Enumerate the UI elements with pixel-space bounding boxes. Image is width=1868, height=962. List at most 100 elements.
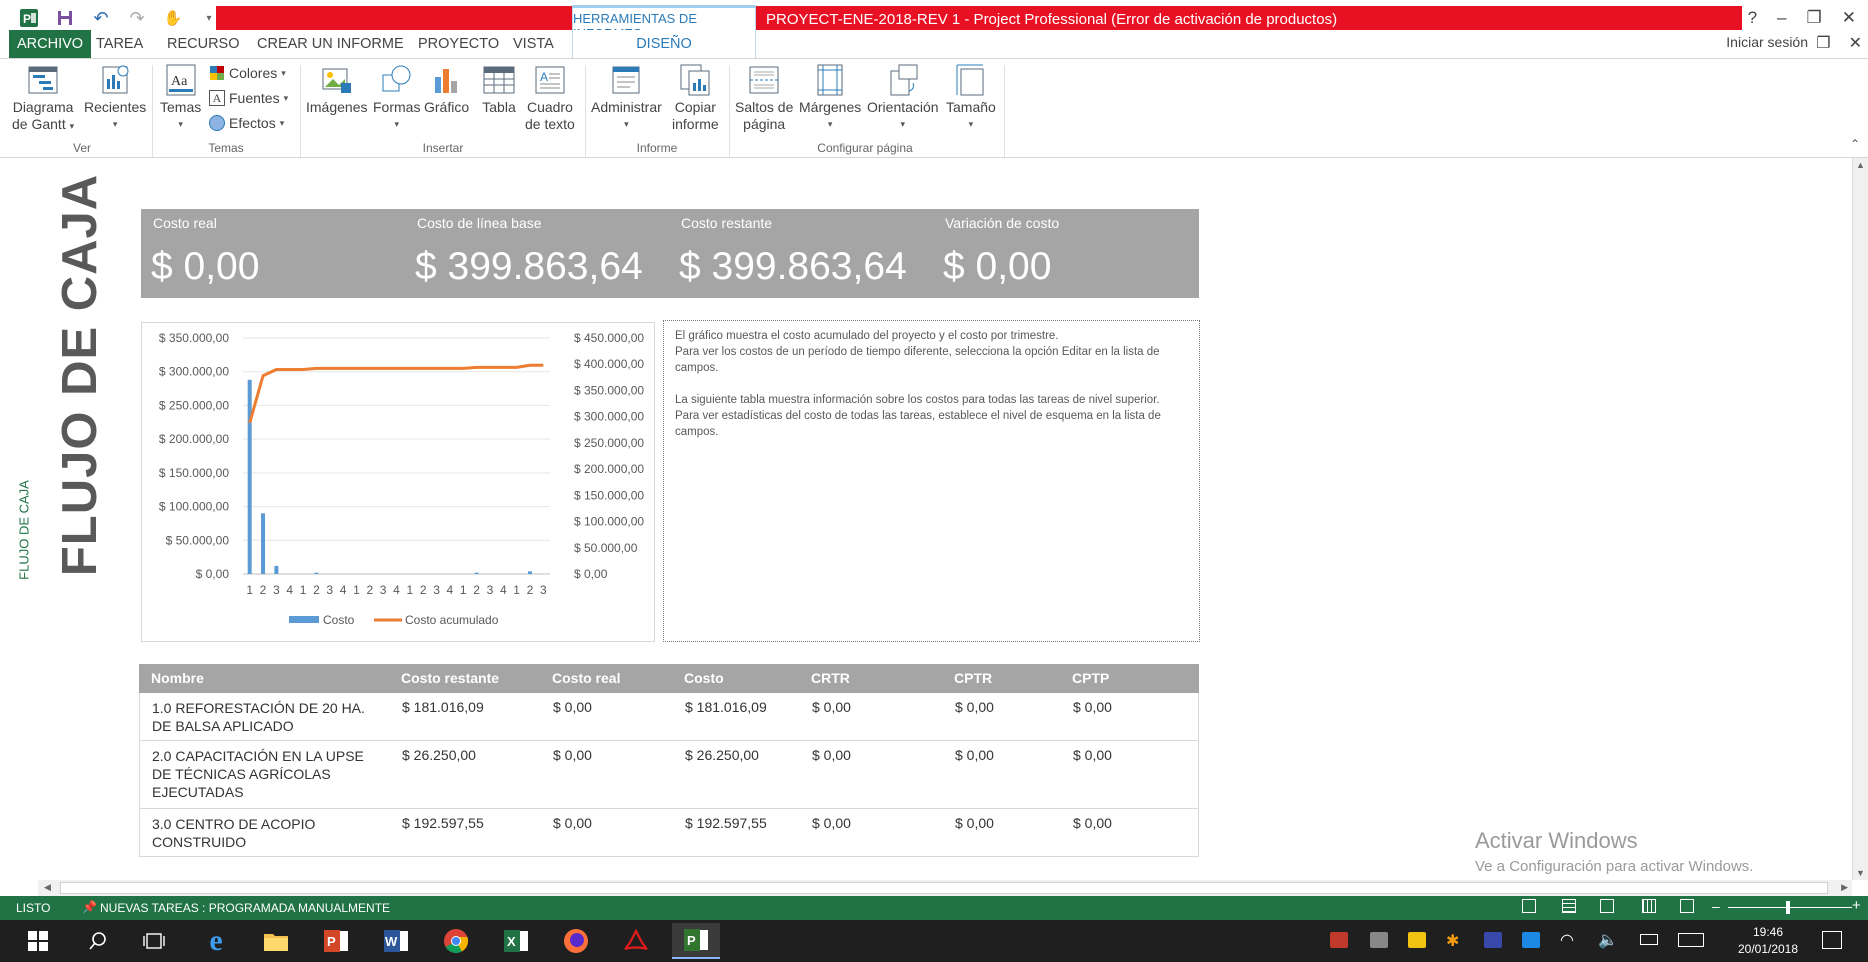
- page-breaks-button[interactable]: Saltos de página: [735, 63, 793, 133]
- images-label: Imágenes: [306, 99, 368, 115]
- doc-restore-icon[interactable]: ❐: [1816, 33, 1830, 53]
- battery-icon[interactable]: [1640, 934, 1658, 945]
- scroll-up-icon[interactable]: ▲: [1856, 160, 1865, 170]
- redo-icon[interactable]: ↷: [126, 7, 148, 29]
- copy-report-icon: [680, 64, 710, 96]
- description-textbox[interactable]: El gráfico muestra el costo acumulado de…: [663, 320, 1200, 642]
- powerpoint-icon[interactable]: P: [312, 923, 360, 959]
- orientation-button[interactable]: Orientación ▾: [867, 63, 939, 133]
- acrobat-icon[interactable]: [612, 923, 660, 959]
- tab-proyecto[interactable]: PROYECTO: [410, 30, 507, 58]
- svg-text:Aa: Aa: [171, 74, 188, 89]
- view-team-planner-icon[interactable]: [1600, 899, 1614, 913]
- tab-archivo[interactable]: ARCHIVO: [9, 30, 92, 58]
- table-row: 2.0 CAPACITACIÓN EN LA UPSE DE TÉCNICAS …: [139, 741, 1199, 809]
- search-icon[interactable]: [74, 923, 122, 959]
- cell-cptr: $ 0,00: [955, 815, 994, 831]
- tray-sync-icon[interactable]: [1522, 932, 1540, 948]
- minimize-button[interactable]: –: [1777, 8, 1786, 28]
- colors-button[interactable]: Colores ▾: [209, 65, 286, 81]
- chart-button[interactable]: Gráfico: [424, 63, 469, 116]
- scroll-left-icon[interactable]: ◀: [44, 882, 51, 893]
- zoom-slider-track[interactable]: [1728, 907, 1852, 908]
- tray-app-icon[interactable]: [1330, 932, 1348, 948]
- zoom-in-button[interactable]: +: [1852, 897, 1861, 914]
- tab-tarea[interactable]: TAREA: [88, 30, 151, 58]
- restore-button[interactable]: ❐: [1807, 8, 1822, 28]
- touch-mode-icon[interactable]: ✋: [162, 7, 184, 29]
- tab-recurso[interactable]: RECURSO: [159, 30, 248, 58]
- wifi-icon[interactable]: ◠: [1560, 930, 1574, 950]
- header-crtr: CRTR: [811, 670, 850, 686]
- recent-reports-button[interactable]: Recientes ▾: [84, 63, 146, 133]
- scroll-down-icon[interactable]: ▼: [1856, 868, 1865, 878]
- view-gantt-icon[interactable]: [1562, 899, 1576, 913]
- tray-display-icon[interactable]: [1484, 932, 1502, 948]
- group-separator: [1004, 65, 1005, 157]
- tray-printer-icon[interactable]: [1370, 932, 1388, 948]
- margins-button[interactable]: Márgenes ▾: [799, 63, 861, 133]
- scroll-thumb[interactable]: [60, 882, 1828, 894]
- collapse-ribbon-icon[interactable]: ⌃: [1850, 137, 1860, 151]
- watermark-line-1: Activar Windows: [1475, 828, 1638, 853]
- textbox-label-2: de texto: [525, 116, 575, 132]
- textbox-button[interactable]: A Cuadro de texto: [525, 63, 575, 133]
- fonts-button[interactable]: A Fuentes ▾: [209, 90, 288, 106]
- zoom-out-button[interactable]: –: [1712, 898, 1720, 914]
- close-button[interactable]: ✕: [1842, 8, 1856, 28]
- kpi-band[interactable]: Costo real $ 0,00 Costo de línea base $ …: [141, 209, 1199, 298]
- status-new-tasks[interactable]: NUEVAS TAREAS : PROGRAMADA MANUALMENTE: [100, 901, 390, 915]
- firefox-icon[interactable]: [552, 923, 600, 959]
- tray-network-drive-icon[interactable]: [1408, 932, 1426, 948]
- doc-close-icon[interactable]: ✕: [1849, 33, 1862, 53]
- excel-icon[interactable]: X: [492, 923, 540, 959]
- document-controls: ❐ ✕: [1816, 33, 1862, 53]
- clock[interactable]: 19:46 20/01/2018: [1728, 924, 1808, 958]
- task-view-icon[interactable]: [130, 923, 178, 959]
- x-tick-label: 1: [460, 583, 467, 597]
- cost-table[interactable]: Nombre Costo restante Costo real Costo C…: [139, 664, 1199, 858]
- tray-tool-icon[interactable]: ✱: [1446, 931, 1464, 950]
- gantt-chart-button[interactable]: Diagrama de Gantt ▾: [12, 63, 74, 135]
- header-nombre: Nombre: [151, 670, 204, 686]
- colors-icon: [210, 66, 224, 80]
- shapes-button[interactable]: Formas ▾: [373, 63, 420, 133]
- tab-crear-informe[interactable]: CREAR UN INFORME: [249, 30, 412, 58]
- view-task-usage-icon[interactable]: [1522, 899, 1536, 913]
- sign-in-link[interactable]: Iniciar sesión: [1726, 34, 1808, 50]
- horizontal-scrollbar[interactable]: ◀ ▶: [38, 880, 1852, 896]
- size-button[interactable]: Tamaño ▾: [946, 63, 996, 133]
- file-explorer-icon[interactable]: [252, 923, 300, 959]
- manage-button[interactable]: Administrar ▾: [591, 63, 662, 133]
- window-title: PROYECT-ENE-2018-REV 1 - Project Profess…: [766, 10, 1338, 28]
- edge-browser-icon[interactable]: e: [192, 923, 240, 959]
- tab-vista[interactable]: VISTA: [505, 30, 562, 58]
- copy-report-button[interactable]: Copiar informe: [672, 63, 719, 133]
- group-separator: [585, 65, 586, 157]
- scroll-right-icon[interactable]: ▶: [1841, 882, 1848, 893]
- keyboard-icon[interactable]: [1678, 933, 1704, 947]
- images-button[interactable]: Imágenes: [306, 63, 367, 116]
- start-button[interactable]: [14, 923, 62, 959]
- save-icon[interactable]: [54, 7, 76, 29]
- zoom-slider-thumb[interactable]: [1786, 901, 1790, 914]
- effects-button[interactable]: Efectos ▾: [209, 115, 284, 131]
- tab-diseno[interactable]: DISEÑO: [572, 30, 756, 58]
- notifications-icon[interactable]: [1822, 931, 1842, 949]
- help-button[interactable]: ?: [1748, 8, 1757, 28]
- chrome-icon[interactable]: [432, 923, 480, 959]
- cell-cptr: $ 0,00: [955, 747, 994, 763]
- table-button[interactable]: Tabla: [481, 63, 517, 116]
- cash-flow-chart[interactable]: $ 350.000,00 $ 300.000,00 $ 250.000,00 $ 20…: [141, 322, 655, 642]
- x-tick-label: 3: [540, 583, 547, 597]
- undo-icon[interactable]: ↶: [90, 7, 112, 29]
- word-icon[interactable]: W: [372, 923, 420, 959]
- themes-button[interactable]: Aa Temas ▾: [160, 63, 201, 133]
- project-app-icon: P: [18, 7, 40, 29]
- volume-icon[interactable]: 🔈: [1598, 930, 1618, 950]
- project-taskbar-icon[interactable]: P: [672, 923, 720, 959]
- recent-report-icon: [102, 65, 129, 94]
- view-report-icon[interactable]: [1680, 899, 1694, 913]
- vertical-scrollbar[interactable]: ▲ ▼: [1852, 158, 1868, 880]
- view-resource-sheet-icon[interactable]: [1642, 899, 1656, 913]
